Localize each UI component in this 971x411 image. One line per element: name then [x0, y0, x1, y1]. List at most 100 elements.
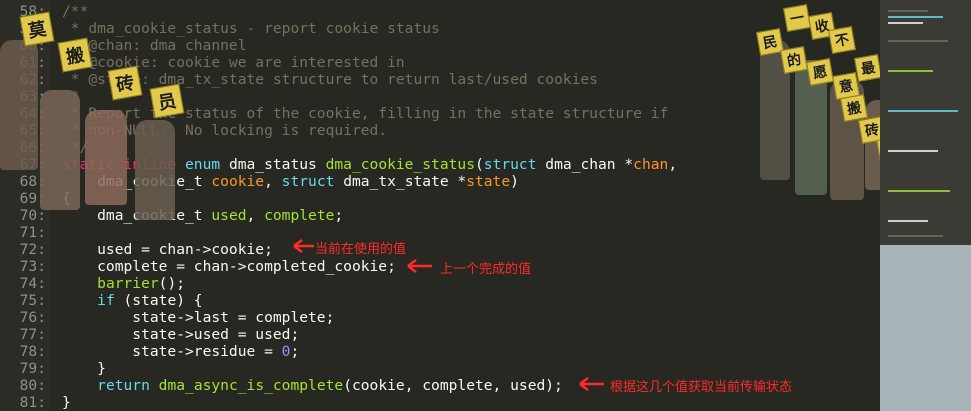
code-text: return dma_async_is_complete(cookie, com… — [46, 377, 563, 394]
sign-zui: 最 — [854, 54, 882, 82]
code-line[interactable]: 80: return dma_async_is_complete(cookie,… — [0, 377, 563, 394]
code-text: * dma_cookie_status - report cookie stat… — [46, 20, 440, 37]
code-token: return — [97, 377, 159, 394]
line-number: 70: — [19, 207, 46, 224]
code-token: dma_tx_state * — [343, 173, 467, 190]
line-number: 78: — [19, 343, 46, 360]
sign-yi: 一 — [783, 4, 811, 32]
code-line[interactable]: 79: } — [0, 360, 106, 377]
code-token: state->residue = — [62, 343, 282, 360]
cartoon-person-left-3 — [85, 110, 127, 205]
cartoon-person-left-1 — [0, 40, 38, 170]
code-line[interactable]: 78: state->residue = 0; — [0, 343, 300, 360]
minimap-lower-area — [880, 245, 971, 411]
code-line[interactable]: 75: if (state) { — [0, 292, 203, 309]
code-line[interactable]: 71: — [0, 224, 62, 241]
code-token: * dma_cookie_status - report cookie stat… — [62, 20, 440, 37]
code-token: cookie — [211, 173, 265, 190]
code-text: } — [46, 394, 71, 411]
annotation-get-status: 根据这几个值获取当前传输状态 — [610, 380, 793, 395]
code-line[interactable]: 74: barrier(); — [0, 275, 185, 292]
code-token: (); — [158, 275, 186, 292]
code-token: dma_status — [228, 156, 326, 173]
code-line[interactable]: 77: state->used = used; — [0, 326, 300, 343]
minimap-line — [888, 22, 923, 24]
code-token: * @cookie: cookie we are interested in — [62, 54, 405, 71]
code-text: dma_cookie_t used, complete; — [46, 207, 343, 224]
minimap-line — [888, 235, 943, 237]
code-line[interactable]: 81:} — [0, 394, 71, 411]
sign-ban2: 搬 — [840, 94, 868, 122]
code-text: * @cookie: cookie we are interested in — [46, 54, 405, 71]
code-token: dma_async_is_complete — [158, 377, 344, 394]
code-text: } — [46, 360, 106, 377]
line-number: 74: — [19, 275, 46, 292]
minimap-line — [888, 70, 933, 72]
code-token: struct — [281, 173, 344, 190]
sign-yuan2: 愿 — [806, 58, 834, 86]
code-token: state — [466, 173, 511, 190]
arrow-left-icon — [293, 239, 314, 253]
code-token: if — [97, 292, 115, 309]
code-token: dma_cookie_status — [325, 156, 475, 173]
code-token: complete — [264, 207, 335, 224]
sign-mo: 莫 — [19, 11, 55, 47]
code-token: dma_chan * — [545, 156, 634, 173]
code-line[interactable]: 62: * @state: dma_tx_state structure to … — [0, 71, 598, 88]
minimap-line — [888, 190, 950, 192]
code-token: ; — [290, 343, 300, 360]
code-text: * Report the status of the cookie, filli… — [46, 105, 668, 122]
code-token: complete = chan->completed_cookie; — [62, 258, 396, 275]
code-text: if (state) { — [46, 292, 203, 309]
code-token: } — [62, 394, 71, 411]
minimap-line — [888, 16, 943, 18]
code-token: } — [62, 360, 106, 377]
minimap[interactable] — [880, 0, 971, 411]
code-text: /** — [46, 3, 88, 20]
code-line[interactable]: 76: state->last = complete; — [0, 309, 335, 326]
cartoon-person-left-4 — [135, 120, 175, 220]
sign-bu: 不 — [828, 26, 856, 54]
minimap-viewport[interactable] — [880, 0, 971, 245]
code-text: state->residue = 0; — [46, 343, 299, 360]
code-token: state->last = complete; — [62, 309, 335, 326]
code-token: * @state: dma_tx_state structure to retu… — [62, 71, 598, 88]
code-editor[interactable]: 58:/**59: * dma_cookie_status - report c… — [0, 0, 971, 411]
code-token: (state) { — [114, 292, 203, 309]
annotation-last-completed: 上一个完成的值 — [440, 262, 532, 277]
line-number: 77: — [19, 326, 46, 343]
line-number: 81: — [19, 394, 46, 411]
code-token: /** — [62, 3, 89, 20]
code-line[interactable]: 72: used = chan->cookie; — [0, 241, 273, 258]
minimap-line — [888, 110, 958, 112]
code-text: used = chan->cookie; — [46, 241, 273, 258]
code-token: ( — [474, 156, 484, 173]
line-number: 75: — [19, 292, 46, 309]
code-text: state->used = used; — [46, 326, 299, 343]
arrow-left-icon — [579, 377, 604, 391]
code-token: (cookie, complete, used); — [343, 377, 563, 394]
sign-ban: 搬 — [57, 37, 93, 73]
line-number: 76: — [19, 309, 46, 326]
line-number: 79: — [19, 360, 46, 377]
minimap-line — [888, 10, 928, 12]
code-token: enum — [185, 156, 229, 173]
code-text: state->last = complete; — [46, 309, 334, 326]
minimap-line — [888, 220, 928, 222]
minimap-line — [888, 40, 948, 42]
code-token: used — [211, 207, 247, 224]
code-token: chan — [633, 156, 669, 173]
code-token: , — [246, 207, 265, 224]
line-number: 72: — [19, 241, 46, 258]
code-text: complete = chan->completed_cookie; — [46, 258, 396, 275]
code-line[interactable]: 73: complete = chan->completed_cookie; — [0, 258, 396, 275]
code-token: state->used = used; — [62, 326, 300, 343]
arrow-left-icon — [407, 259, 432, 273]
code-token: , — [264, 173, 282, 190]
code-line[interactable]: 59: * dma_cookie_status - report cookie … — [0, 20, 440, 37]
sign-zhuan: 砖 — [107, 65, 143, 101]
line-number: 73: — [19, 258, 46, 275]
